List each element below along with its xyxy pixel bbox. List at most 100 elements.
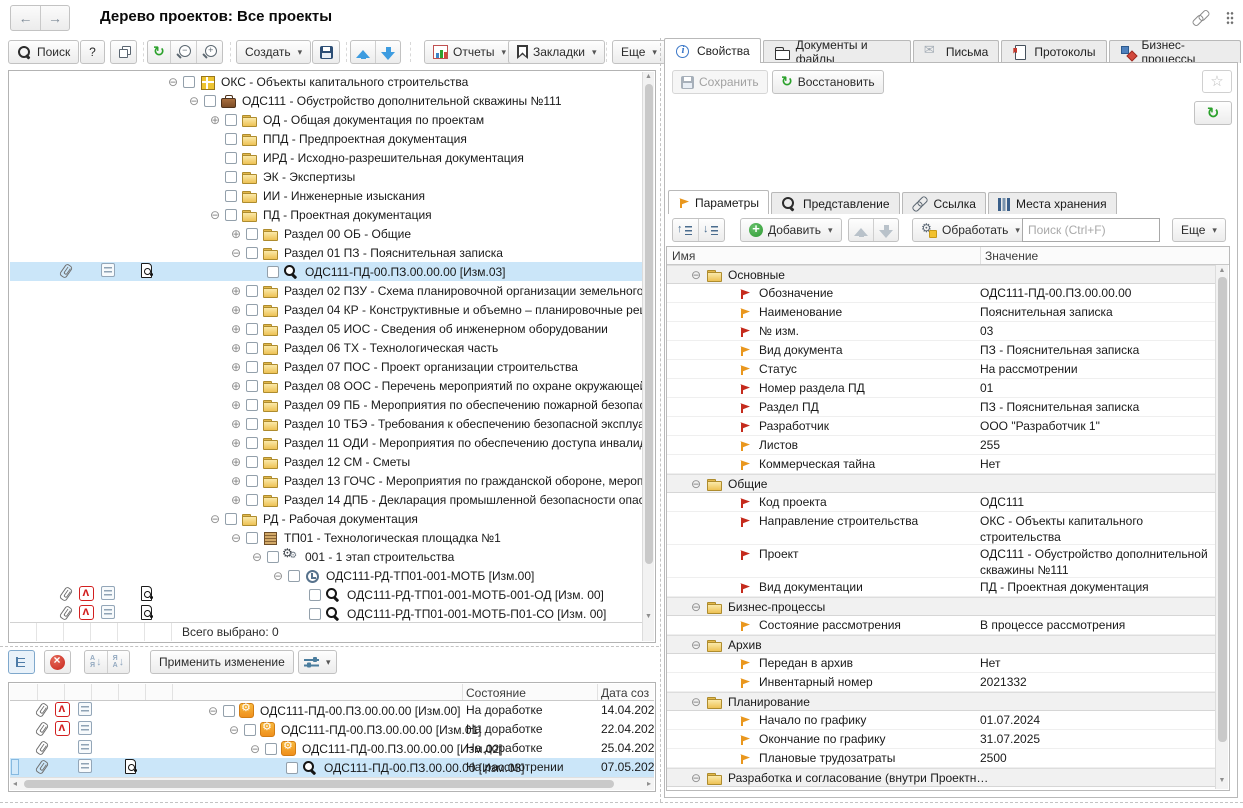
tree-row[interactable]: ⊕Раздел 06 ТХ - Технологическая часть <box>10 338 642 357</box>
checkbox[interactable] <box>246 475 258 487</box>
panel-splitter-vertical[interactable] <box>660 38 661 802</box>
tree-mode-button[interactable] <box>8 650 35 674</box>
expander-plus-icon[interactable]: ⊕ <box>229 360 243 374</box>
expander-plus-icon[interactable]: ⊕ <box>229 455 243 469</box>
parameter-row[interactable]: ОбозначениеОДС111-ПД-00.ПЗ.00.00.00 <box>667 284 1215 303</box>
column-value[interactable]: Значение <box>985 249 1038 263</box>
process-button[interactable]: Обработать <box>912 218 1029 242</box>
version-row[interactable]: ⊖ОДС111-ПД-00.ПЗ.00.00.00 [Изм.02]На дор… <box>10 739 654 758</box>
checkbox[interactable] <box>204 95 216 107</box>
checkbox[interactable] <box>225 513 237 525</box>
checkbox[interactable] <box>267 266 279 278</box>
parameter-row[interactable]: Начало по графику01.07.2024 <box>667 711 1215 730</box>
tab-properties[interactable]: Свойства <box>664 38 761 63</box>
tree-row[interactable]: ⊕Раздел 08 ООС - Перечень мероприятий по… <box>10 376 642 395</box>
tree-row[interactable]: ⊖ОДС111-РД-ТП01-001-МОТБ [Изм.00] <box>10 566 642 585</box>
copy-window-button[interactable] <box>110 40 137 64</box>
tree-row[interactable]: ⊖РД - Рабочая документация <box>10 509 642 528</box>
expander-minus-icon[interactable]: ⊖ <box>250 550 264 564</box>
bookmarks-button[interactable]: Закладки <box>508 40 605 64</box>
checkbox[interactable] <box>183 76 195 88</box>
expander-plus-icon[interactable]: ⊕ <box>229 341 243 355</box>
expander-plus-icon[interactable]: ⊕ <box>229 436 243 450</box>
parameter-row[interactable]: Номер раздела ПД01 <box>667 379 1215 398</box>
parameter-row[interactable]: Вид документаПЗ - Пояснительная записка <box>667 341 1215 360</box>
create-button[interactable]: Создать <box>236 40 311 64</box>
version-row[interactable]: ⊖ОДС111-ПД-00.ПЗ.00.00.00 [Изм.01]На дор… <box>10 720 654 739</box>
checkbox[interactable] <box>246 304 258 316</box>
search-button[interactable]: Поиск <box>8 40 79 64</box>
tree-row[interactable]: ППД - Предпроектная документация <box>10 129 642 148</box>
parameter-group-row[interactable]: ⊖Общие <box>667 474 1215 493</box>
parameter-row[interactable]: ПроектОДС111 - Обустройство дополнительн… <box>667 545 1215 578</box>
parameter-row[interactable]: РазработчикООО "Разработчик 1" <box>667 417 1215 436</box>
forward-button[interactable]: → <box>40 6 69 30</box>
versions-hscrollbar[interactable]: ◂ ▸ <box>10 777 654 790</box>
parameter-row[interactable]: Плановые трудозатраты2500 <box>667 749 1215 768</box>
parameter-row[interactable]: НаименованиеПояснительная записка <box>667 303 1215 322</box>
checkbox[interactable] <box>288 570 300 582</box>
panel-splitter-horizontal[interactable] <box>0 646 659 647</box>
checkbox[interactable] <box>265 743 277 755</box>
add-parameter-button[interactable]: Добавить <box>740 218 842 242</box>
settings-button[interactable] <box>298 650 337 674</box>
tree-row[interactable]: ⊕Раздел 09 ПБ - Мероприятия по обеспечен… <box>10 395 642 414</box>
checkbox[interactable] <box>246 228 258 240</box>
checkbox[interactable] <box>309 589 321 601</box>
parameter-row[interactable]: Листов255 <box>667 436 1215 455</box>
expand-rows-button[interactable] <box>698 219 724 241</box>
refresh-representation-button[interactable]: ↻ <box>1194 101 1232 125</box>
parameter-group-row[interactable]: ⊖Бизнес-процессы <box>667 597 1215 616</box>
checkbox[interactable] <box>246 456 258 468</box>
expander-minus-icon[interactable]: ⊖ <box>689 477 703 491</box>
tree-row[interactable]: ОДС111-РД-ТП01-001-МОТБ-П01-СО [Изм. 00] <box>10 604 642 623</box>
checkbox[interactable] <box>286 762 298 774</box>
checkbox[interactable] <box>246 323 258 335</box>
column-date[interactable]: Дата соз <box>601 686 649 700</box>
favorite-star-button[interactable]: ☆ <box>1202 70 1232 93</box>
column-name[interactable]: Имя <box>672 249 695 263</box>
tree-row[interactable]: ЭК - Экспертизы <box>10 167 642 186</box>
parameter-group-row[interactable]: ⊖Планирование <box>667 692 1215 711</box>
parameter-group-row[interactable]: ⊖Разработка и согласование (внутри Проек… <box>667 768 1215 787</box>
tree-row[interactable]: ⊕Раздел 10 ТБЭ - Требования к обеспечени… <box>10 414 642 433</box>
move-up-button[interactable] <box>351 41 375 63</box>
link-icon[interactable] <box>1192 10 1210 26</box>
parameter-row[interactable]: Направление строительстваОКС - Объекты к… <box>667 512 1215 545</box>
checkbox[interactable] <box>309 608 321 620</box>
version-row[interactable]: ⊖ОДС111-ПД-00.ПЗ.00.00.00 [Изм.00]На дор… <box>10 701 654 720</box>
collapse-all-button[interactable] <box>170 41 196 63</box>
tree-row[interactable]: ⊖ПД - Проектная документация <box>10 205 642 224</box>
help-button[interactable]: ? <box>80 40 105 64</box>
checkbox[interactable] <box>246 380 258 392</box>
tree-row[interactable]: ИИ - Инженерные изыскания <box>10 186 642 205</box>
expander-minus-icon[interactable]: ⊖ <box>689 268 703 282</box>
expander-minus-icon[interactable]: ⊖ <box>689 771 703 785</box>
parameter-row[interactable]: Вид документацииПД - Проектная документа… <box>667 578 1215 597</box>
parameters-scrollbar[interactable]: ▲ ▼ <box>1215 265 1228 789</box>
row-selector-cell[interactable] <box>11 759 19 775</box>
parameter-row[interactable]: Состояние рассмотренияВ процессе рассмот… <box>667 616 1215 635</box>
checkbox[interactable] <box>246 532 258 544</box>
tree-row[interactable]: ИРД - Исходно-разрешительная документаци… <box>10 148 642 167</box>
version-row-selected[interactable]: ОДС111-ПД-00.ПЗ.00.00.00 [Изм.03]На расс… <box>10 758 654 777</box>
checkbox[interactable] <box>246 418 258 430</box>
tab-documents-files[interactable]: Документы и файлы <box>763 40 911 63</box>
subtab-storage[interactable]: Места хранения <box>988 192 1117 214</box>
checkbox[interactable] <box>246 342 258 354</box>
parameter-row[interactable]: Окончание по графику31.07.2025 <box>667 730 1215 749</box>
more-button[interactable]: Еще <box>612 40 666 64</box>
tree-row[interactable]: ⊕Раздел 04 КР - Конструктивные и объемно… <box>10 300 642 319</box>
expander-minus-icon[interactable]: ⊖ <box>229 246 243 260</box>
expander-minus-icon[interactable]: ⊖ <box>227 723 241 737</box>
checkbox[interactable] <box>225 133 237 145</box>
subtab-parameters[interactable]: Параметры <box>668 190 769 214</box>
subtab-link[interactable]: Ссылка <box>902 192 986 214</box>
expander-minus-icon[interactable]: ⊖ <box>229 531 243 545</box>
collapse-rows-button[interactable] <box>673 219 698 241</box>
tree-row[interactable]: ⊕Раздел 05 ИОС - Сведения об инженерном … <box>10 319 642 338</box>
tree-row[interactable]: ⊖ТП01 - Технологическая площадка №1 <box>10 528 642 547</box>
checkbox[interactable] <box>223 705 235 717</box>
tree-row[interactable]: ⊕Раздел 14 ДПБ - Декларация промышленной… <box>10 490 642 509</box>
expander-minus-icon[interactable]: ⊖ <box>208 208 222 222</box>
